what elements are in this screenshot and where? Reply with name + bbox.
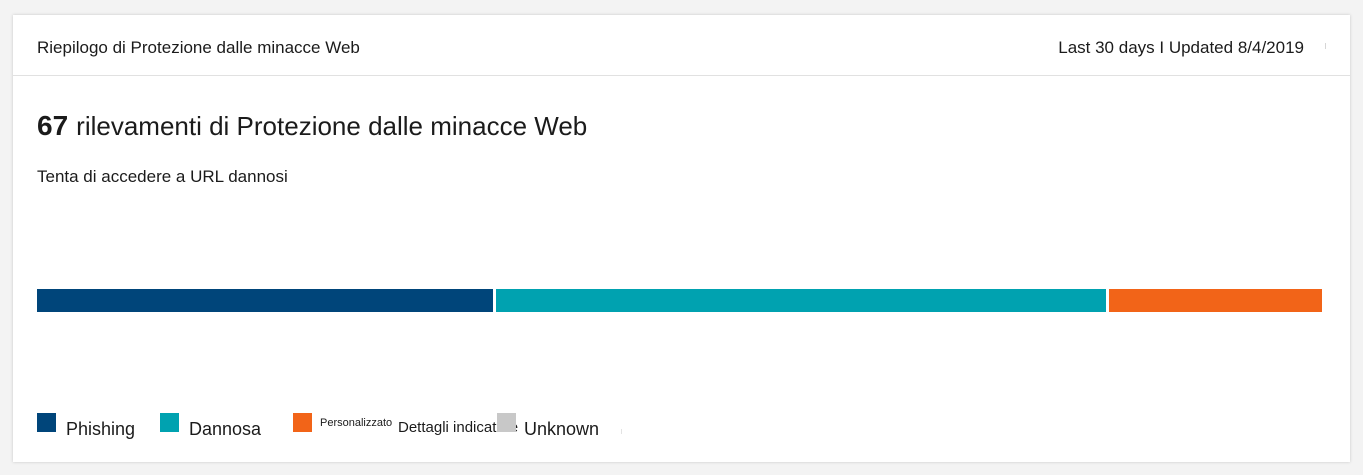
detections-label: rilevamenti di Protezione dalle minacce … xyxy=(76,111,588,141)
header-divider-mark xyxy=(1325,43,1326,49)
legend-swatch-dannosa xyxy=(160,413,179,432)
card-title: Riepilogo di Protezione dalle minacce We… xyxy=(37,38,360,57)
bar-segment-custom[interactable] xyxy=(1109,289,1322,312)
bar-segment-phishing[interactable] xyxy=(37,289,493,312)
legend-swatch-phishing xyxy=(37,413,56,432)
legend-label-custom: Personalizzato xyxy=(320,417,393,429)
bar-segment-dannosa[interactable] xyxy=(496,289,1106,312)
legend-label-phishing: Phishing xyxy=(66,419,136,439)
legend-label-unknown: Unknown xyxy=(524,419,600,439)
web-threat-summary-card: Riepilogo di Protezione dalle minacce We… xyxy=(13,15,1350,462)
card-header: Riepilogo di Protezione dalle minacce We… xyxy=(13,15,1350,76)
chart-subtitle: Tenta di accedere a URL dannosi xyxy=(37,167,288,186)
legend-swatch-unknown xyxy=(497,413,516,432)
legend-label-dannosa: Dannosa xyxy=(189,419,262,439)
detections-count: 67 xyxy=(37,110,69,141)
chart-legend: Phishing Dannosa Personalizzato Dettagli… xyxy=(37,413,637,443)
legend-swatch-custom xyxy=(293,413,312,432)
stacked-bar-chart xyxy=(37,289,1322,312)
legend-end-mark xyxy=(621,429,622,434)
card-date-range: Last 30 days I Updated 8/4/2019 xyxy=(1058,38,1304,57)
detections-headline: 67 rilevamenti di Protezione dalle minacc… xyxy=(37,110,587,142)
